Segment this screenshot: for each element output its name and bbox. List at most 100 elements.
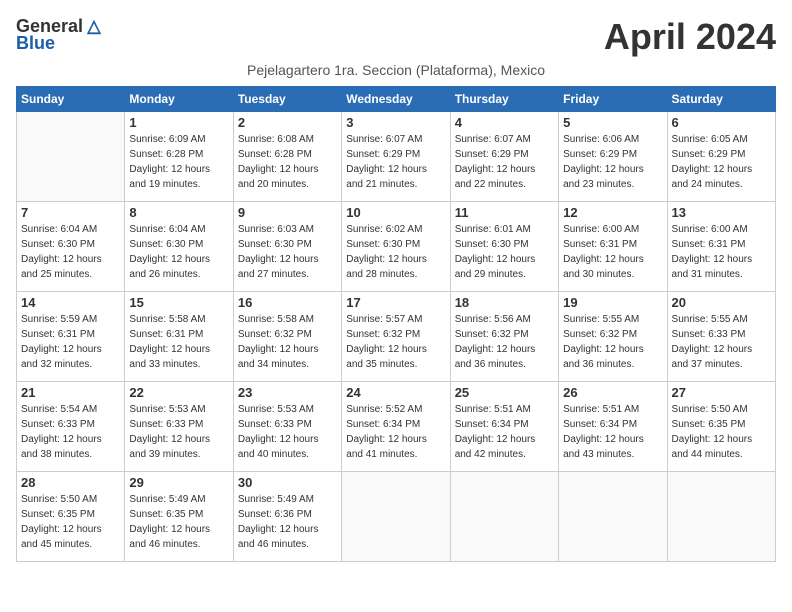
day-number: 16 bbox=[238, 295, 337, 310]
calendar-cell: 28Sunrise: 5:50 AMSunset: 6:35 PMDayligh… bbox=[17, 472, 125, 562]
calendar-cell bbox=[17, 112, 125, 202]
logo-icon bbox=[85, 18, 103, 36]
day-info: Sunrise: 5:54 AMSunset: 6:33 PMDaylight:… bbox=[21, 402, 120, 462]
day-info: Sunrise: 5:56 AMSunset: 6:32 PMDaylight:… bbox=[455, 312, 554, 372]
day-number: 22 bbox=[129, 385, 228, 400]
calendar-cell: 14Sunrise: 5:59 AMSunset: 6:31 PMDayligh… bbox=[17, 292, 125, 382]
day-number: 8 bbox=[129, 205, 228, 220]
week-row-4: 21 Sunrise: 5:54 AMSunset: 6:33 PMDayligh… bbox=[17, 382, 776, 472]
calendar-table: Sunday Monday Tuesday Wednesday Thursday… bbox=[16, 86, 776, 562]
calendar-cell: 11 Sunrise: 6:01 AMSunset: 6:30 PMDayligh… bbox=[450, 202, 558, 292]
calendar-cell bbox=[667, 472, 775, 562]
day-number: 13 bbox=[672, 205, 771, 220]
day-number: 10 bbox=[346, 205, 445, 220]
logo-blue-text: Blue bbox=[16, 33, 55, 54]
day-info: Sunrise: 5:53 AMSunset: 6:33 PMDaylight:… bbox=[129, 402, 228, 462]
day-number: 29 bbox=[129, 475, 228, 490]
calendar-cell: 5 Sunrise: 6:06 AMSunset: 6:29 PMDaylight… bbox=[559, 112, 667, 202]
day-info: Sunrise: 6:02 AMSunset: 6:30 PMDaylight:… bbox=[346, 222, 445, 282]
calendar-cell: 20Sunrise: 5:55 AMSunset: 6:33 PMDayligh… bbox=[667, 292, 775, 382]
day-info: Sunrise: 6:07 AMSunset: 6:29 PMDaylight:… bbox=[346, 132, 445, 192]
calendar-cell: 26 Sunrise: 5:51 AMSunset: 6:34 PMDayligh… bbox=[559, 382, 667, 472]
calendar-cell: 23 Sunrise: 5:53 AMSunset: 6:33 PMDayligh… bbox=[233, 382, 341, 472]
day-number: 4 bbox=[455, 115, 554, 130]
header-saturday: Saturday bbox=[667, 87, 775, 112]
day-info: Sunrise: 5:57 AMSunset: 6:32 PMDaylight:… bbox=[346, 312, 445, 372]
day-number: 5 bbox=[563, 115, 662, 130]
calendar-cell: 24 Sunrise: 5:52 AMSunset: 6:34 PMDayligh… bbox=[342, 382, 450, 472]
calendar-cell bbox=[559, 472, 667, 562]
calendar-cell: 4 Sunrise: 6:07 AMSunset: 6:29 PMDaylight… bbox=[450, 112, 558, 202]
day-number: 27 bbox=[672, 385, 771, 400]
day-info: Sunrise: 6:09 AMSunset: 6:28 PMDaylight:… bbox=[129, 132, 228, 192]
calendar-body: 1 Sunrise: 6:09 AMSunset: 6:28 PMDaylight… bbox=[17, 112, 776, 562]
week-row-2: 7 Sunrise: 6:04 AMSunset: 6:30 PMDaylight… bbox=[17, 202, 776, 292]
day-info: Sunrise: 5:55 AMSunset: 6:33 PMDaylight:… bbox=[672, 312, 771, 372]
weekday-header-row: Sunday Monday Tuesday Wednesday Thursday… bbox=[17, 87, 776, 112]
header-tuesday: Tuesday bbox=[233, 87, 341, 112]
day-info: Sunrise: 5:53 AMSunset: 6:33 PMDaylight:… bbox=[238, 402, 337, 462]
day-info: Sunrise: 5:58 AMSunset: 6:32 PMDaylight:… bbox=[238, 312, 337, 372]
day-info: Sunrise: 6:07 AMSunset: 6:29 PMDaylight:… bbox=[455, 132, 554, 192]
day-info: Sunrise: 6:08 AMSunset: 6:28 PMDaylight:… bbox=[238, 132, 337, 192]
day-number: 3 bbox=[346, 115, 445, 130]
calendar-cell: 3 Sunrise: 6:07 AMSunset: 6:29 PMDaylight… bbox=[342, 112, 450, 202]
day-number: 6 bbox=[672, 115, 771, 130]
calendar-cell: 1 Sunrise: 6:09 AMSunset: 6:28 PMDaylight… bbox=[125, 112, 233, 202]
day-info: Sunrise: 6:00 AMSunset: 6:31 PMDaylight:… bbox=[672, 222, 771, 282]
day-info: Sunrise: 5:52 AMSunset: 6:34 PMDaylight:… bbox=[346, 402, 445, 462]
day-number: 25 bbox=[455, 385, 554, 400]
day-number: 21 bbox=[21, 385, 120, 400]
day-number: 17 bbox=[346, 295, 445, 310]
day-number: 9 bbox=[238, 205, 337, 220]
calendar-cell: 15Sunrise: 5:58 AMSunset: 6:31 PMDayligh… bbox=[125, 292, 233, 382]
day-number: 11 bbox=[455, 205, 554, 220]
week-row-3: 14Sunrise: 5:59 AMSunset: 6:31 PMDayligh… bbox=[17, 292, 776, 382]
day-info: Sunrise: 5:59 AMSunset: 6:31 PMDaylight:… bbox=[21, 312, 120, 372]
calendar-cell bbox=[342, 472, 450, 562]
calendar-cell: 19 Sunrise: 5:55 AMSunset: 6:32 PMDayligh… bbox=[559, 292, 667, 382]
calendar-cell: 27Sunrise: 5:50 AMSunset: 6:35 PMDayligh… bbox=[667, 382, 775, 472]
calendar-cell: 8 Sunrise: 6:04 AMSunset: 6:30 PMDaylight… bbox=[125, 202, 233, 292]
day-number: 1 bbox=[129, 115, 228, 130]
calendar-cell: 6 Sunrise: 6:05 AMSunset: 6:29 PMDaylight… bbox=[667, 112, 775, 202]
calendar-cell: 12 Sunrise: 6:00 AMSunset: 6:31 PMDayligh… bbox=[559, 202, 667, 292]
week-row-1: 1 Sunrise: 6:09 AMSunset: 6:28 PMDaylight… bbox=[17, 112, 776, 202]
day-info: Sunrise: 5:49 AMSunset: 6:36 PMDaylight:… bbox=[238, 492, 337, 552]
day-info: Sunrise: 5:49 AMSunset: 6:35 PMDaylight:… bbox=[129, 492, 228, 552]
calendar-cell: 16 Sunrise: 5:58 AMSunset: 6:32 PMDayligh… bbox=[233, 292, 341, 382]
day-info: Sunrise: 6:04 AMSunset: 6:30 PMDaylight:… bbox=[21, 222, 120, 282]
day-number: 7 bbox=[21, 205, 120, 220]
day-number: 23 bbox=[238, 385, 337, 400]
header-monday: Monday bbox=[125, 87, 233, 112]
header-wednesday: Wednesday bbox=[342, 87, 450, 112]
day-info: Sunrise: 5:50 AMSunset: 6:35 PMDaylight:… bbox=[21, 492, 120, 552]
calendar-cell: 21 Sunrise: 5:54 AMSunset: 6:33 PMDayligh… bbox=[17, 382, 125, 472]
day-number: 24 bbox=[346, 385, 445, 400]
calendar-cell: 7 Sunrise: 6:04 AMSunset: 6:30 PMDaylight… bbox=[17, 202, 125, 292]
day-info: Sunrise: 5:58 AMSunset: 6:31 PMDaylight:… bbox=[129, 312, 228, 372]
header-friday: Friday bbox=[559, 87, 667, 112]
day-info: Sunrise: 6:05 AMSunset: 6:29 PMDaylight:… bbox=[672, 132, 771, 192]
day-info: Sunrise: 6:03 AMSunset: 6:30 PMDaylight:… bbox=[238, 222, 337, 282]
day-number: 26 bbox=[563, 385, 662, 400]
header-sunday: Sunday bbox=[17, 87, 125, 112]
calendar-cell: 30Sunrise: 5:49 AMSunset: 6:36 PMDayligh… bbox=[233, 472, 341, 562]
calendar-cell: 18 Sunrise: 5:56 AMSunset: 6:32 PMDayligh… bbox=[450, 292, 558, 382]
day-info: Sunrise: 6:06 AMSunset: 6:29 PMDaylight:… bbox=[563, 132, 662, 192]
calendar-cell: 13 Sunrise: 6:00 AMSunset: 6:31 PMDayligh… bbox=[667, 202, 775, 292]
month-title: April 2024 bbox=[604, 16, 776, 58]
day-number: 18 bbox=[455, 295, 554, 310]
day-info: Sunrise: 5:51 AMSunset: 6:34 PMDaylight:… bbox=[563, 402, 662, 462]
day-info: Sunrise: 6:04 AMSunset: 6:30 PMDaylight:… bbox=[129, 222, 228, 282]
day-number: 19 bbox=[563, 295, 662, 310]
day-info: Sunrise: 6:01 AMSunset: 6:30 PMDaylight:… bbox=[455, 222, 554, 282]
day-info: Sunrise: 5:51 AMSunset: 6:34 PMDaylight:… bbox=[455, 402, 554, 462]
day-info: Sunrise: 5:55 AMSunset: 6:32 PMDaylight:… bbox=[563, 312, 662, 372]
day-number: 12 bbox=[563, 205, 662, 220]
page-header: General Blue April 2024 bbox=[16, 16, 776, 58]
calendar-cell: 9 Sunrise: 6:03 AMSunset: 6:30 PMDaylight… bbox=[233, 202, 341, 292]
day-info: Sunrise: 6:00 AMSunset: 6:31 PMDaylight:… bbox=[563, 222, 662, 282]
day-number: 2 bbox=[238, 115, 337, 130]
calendar-cell: 29 Sunrise: 5:49 AMSunset: 6:35 PMDayligh… bbox=[125, 472, 233, 562]
